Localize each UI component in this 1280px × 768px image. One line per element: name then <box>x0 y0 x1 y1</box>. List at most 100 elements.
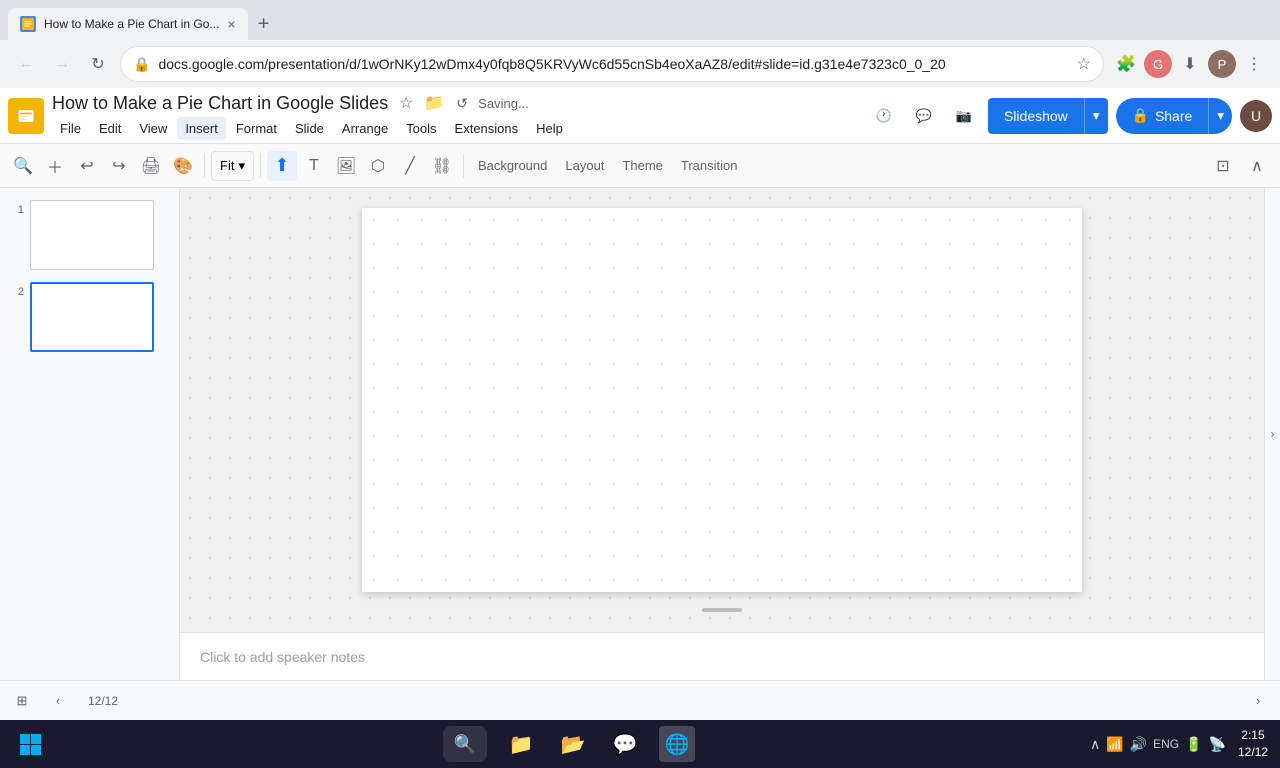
app-logo <box>8 98 44 134</box>
tab-title: How to Make a Pie Chart in Go... <box>44 17 219 31</box>
paint-format-button[interactable]: 🎨 <box>168 151 198 181</box>
toolbar: 🔍 ＋ ↩ ↪ 🖨 🎨 Fit ▾ ⬆ T 🖼 ⬡ ╱ ⛓ Background… <box>0 144 1280 188</box>
taskbar-chrome-button[interactable]: 🌐 <box>659 726 695 762</box>
notes-placeholder[interactable]: Click to add speaker notes <box>200 649 365 665</box>
bottom-right: › <box>1244 687 1272 715</box>
lock-icon: 🔒 <box>133 56 150 73</box>
reload-button[interactable]: ↻ <box>84 50 112 78</box>
history-button[interactable]: 🕐 <box>868 100 900 132</box>
star-favorite-icon[interactable]: ☆ <box>394 91 418 115</box>
present-button: Slideshow ▾ <box>988 98 1108 134</box>
address-text: docs.google.com/presentation/d/1wOrNKy12… <box>158 56 1068 72</box>
clock-time: 2:15 <box>1238 727 1268 744</box>
link-button[interactable]: ⛓ <box>427 151 457 181</box>
print-button[interactable]: 🖨 <box>136 151 166 181</box>
more-options-icon[interactable]: ⋮ <box>1240 50 1268 78</box>
notes-area[interactable]: Click to add speaker notes <box>180 632 1264 680</box>
lock-share-icon: 🔒 <box>1132 107 1149 124</box>
google-account-icon[interactable]: G <box>1144 50 1172 78</box>
browser-tabs-bar: How to Make a Pie Chart in Go... × + <box>0 0 1280 40</box>
volume-icon[interactable]: 🔊 <box>1130 736 1147 753</box>
shapes-button[interactable]: ⬡ <box>363 151 393 181</box>
menu-item-edit[interactable]: Edit <box>91 117 129 140</box>
extensions-icon[interactable]: 🧩 <box>1112 50 1140 78</box>
slide-item-2[interactable]: 2 <box>4 278 175 356</box>
browser-tab-active[interactable]: How to Make a Pie Chart in Go... × <box>8 8 248 40</box>
menu-item-extensions[interactable]: Extensions <box>447 117 527 140</box>
slideshow-dropdown-button[interactable]: ▾ <box>1084 98 1108 134</box>
menu-item-view[interactable]: View <box>131 117 175 140</box>
line-button[interactable]: ╱ <box>395 151 425 181</box>
battery-icon[interactable]: 🔋 <box>1185 736 1202 753</box>
menu-item-insert[interactable]: Insert <box>177 117 226 140</box>
back-button[interactable]: ← <box>12 50 40 78</box>
present-mode-icon[interactable]: ⊡ <box>1208 151 1238 181</box>
main-content: Click to add speaker notes <box>180 188 1264 680</box>
toolbar-separator-1 <box>204 154 205 178</box>
slideshow-main-button[interactable]: Slideshow <box>988 98 1084 134</box>
saving-status: Saving... <box>478 96 529 111</box>
slide-item-1[interactable]: 1 <box>4 196 175 274</box>
taskbar-slack-button[interactable]: 💬 <box>607 726 643 762</box>
clock[interactable]: 2:15 12/12 <box>1238 727 1268 761</box>
network-icon[interactable]: 📶 <box>1106 736 1123 753</box>
user-avatar[interactable]: U <box>1240 100 1272 132</box>
select-button[interactable]: ⬆ <box>267 151 297 181</box>
menu-item-format[interactable]: Format <box>228 117 285 140</box>
comment-button[interactable]: 💬 <box>908 100 940 132</box>
folder-icon: 📂 <box>561 732 586 757</box>
menu-item-file[interactable]: File <box>52 117 89 140</box>
share-dropdown-button[interactable]: ▾ <box>1208 98 1232 134</box>
address-bar[interactable]: 🔒 docs.google.com/presentation/d/1wOrNKy… <box>120 46 1104 82</box>
right-panel-toggle[interactable]: › <box>1264 188 1280 680</box>
menu-item-help[interactable]: Help <box>528 117 571 140</box>
move-to-folder-icon[interactable]: 📁 <box>422 91 446 115</box>
slide-counter: 12/12 <box>88 694 118 708</box>
canvas-area[interactable] <box>180 188 1264 632</box>
system-tray: ∧ 📶 🔊 ENG 🔋 📡 2:15 12/12 <box>1090 727 1268 761</box>
toolbar-right-actions: ⊡ ∧ <box>1208 151 1272 181</box>
undo-button[interactable]: ↩ <box>72 151 102 181</box>
slide-thumbnail-2 <box>30 282 154 352</box>
app-title: How to Make a Pie Chart in Google Slides <box>52 93 388 114</box>
grid-view-button[interactable]: ⊞ <box>8 687 36 715</box>
share-button: 🔒 Share ▾ <box>1116 98 1233 134</box>
download-icon[interactable]: ⬇ <box>1176 50 1204 78</box>
taskbar-folder-button[interactable]: 📂 <box>555 726 591 762</box>
language-label[interactable]: ENG <box>1153 737 1179 751</box>
collapse-panel-button[interactable]: ‹ <box>44 687 72 715</box>
taskbar-left <box>12 726 48 762</box>
redo-button[interactable]: ↪ <box>104 151 134 181</box>
forward-button[interactable]: → <box>48 50 76 78</box>
tab-close-icon[interactable]: × <box>227 16 235 32</box>
zoom-button[interactable]: Fit ▾ <box>211 151 254 181</box>
cloud-save-icon[interactable]: ↺ <box>450 91 474 115</box>
new-tab-button[interactable]: + <box>248 8 280 40</box>
star-icon[interactable]: ☆ <box>1077 54 1091 74</box>
layout-button[interactable]: Layout <box>557 151 612 181</box>
background-button[interactable]: Background <box>470 151 555 181</box>
chevron-up-icon[interactable]: ∧ <box>1090 736 1100 753</box>
app-title-icons: ☆ 📁 ↺ Saving... <box>394 91 529 115</box>
menu-item-arrange[interactable]: Arrange <box>334 117 396 140</box>
expand-button[interactable]: › <box>1244 687 1272 715</box>
image-button[interactable]: 🖼 <box>331 151 361 181</box>
windows-start-button[interactable] <box>12 726 48 762</box>
menu-item-slide[interactable]: Slide <box>287 117 332 140</box>
zoom-label: Fit <box>220 158 234 173</box>
taskbar-explorer-button[interactable]: 📁 <box>503 726 539 762</box>
menu-item-tools[interactable]: Tools <box>398 117 444 140</box>
slide-number-2: 2 <box>8 282 24 298</box>
search-toolbar-button[interactable]: 🔍 <box>8 151 38 181</box>
collapse-toolbar-icon[interactable]: ∧ <box>1242 151 1272 181</box>
profile-icon[interactable]: P <box>1208 50 1236 78</box>
theme-button[interactable]: Theme <box>614 151 670 181</box>
share-main-button[interactable]: 🔒 Share <box>1116 98 1209 134</box>
camera-button[interactable]: 📷 <box>948 100 980 132</box>
slide-number-1: 1 <box>8 200 24 216</box>
transition-button[interactable]: Transition <box>673 151 746 181</box>
add-button[interactable]: ＋ <box>40 151 70 181</box>
taskbar-search-button[interactable]: 🔍 <box>443 726 487 762</box>
wifi-icon[interactable]: 📡 <box>1209 736 1226 753</box>
text-button[interactable]: T <box>299 151 329 181</box>
